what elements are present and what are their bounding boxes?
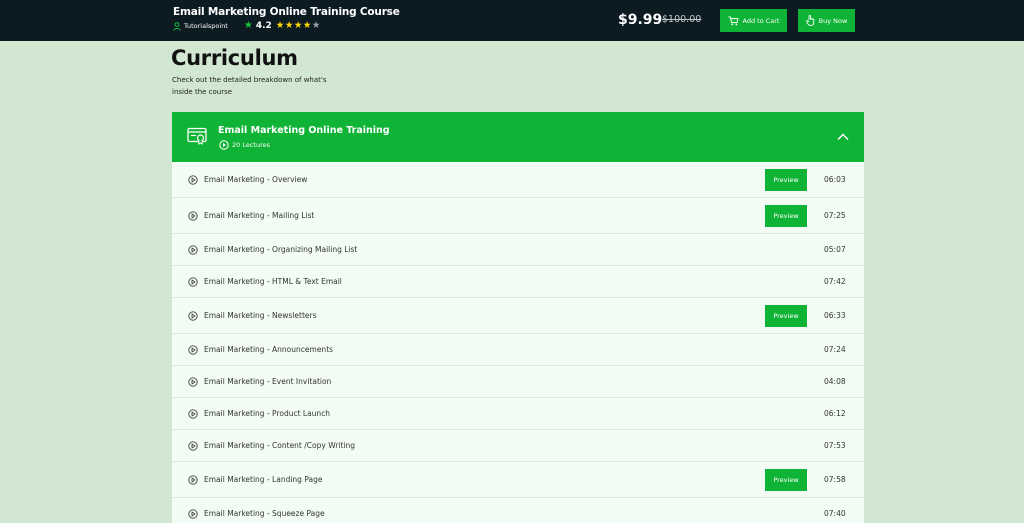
play-circle-icon: [188, 345, 198, 355]
buy-now-button[interactable]: Buy Now: [798, 9, 855, 32]
lecture-title: Email Marketing - Mailing List: [204, 211, 315, 220]
lecture-title: Email Marketing - HTML & Text Email: [204, 277, 342, 286]
preview-button[interactable]: Preview: [765, 469, 807, 491]
lecture-duration: 07:25: [824, 211, 846, 220]
buy-now-label: Buy Now: [818, 16, 848, 25]
top-bar: Email Marketing Online Training Course T…: [0, 0, 1024, 41]
play-circle-icon: [188, 441, 198, 451]
preview-button[interactable]: Preview: [765, 305, 807, 327]
user-icon: [173, 21, 181, 31]
play-circle-icon: [219, 140, 229, 150]
play-circle-icon: [188, 409, 198, 419]
lecture-item[interactable]: Email Marketing - Organizing Mailing Lis…: [172, 234, 864, 266]
lecture-duration: 07:40: [824, 509, 846, 518]
lecture-item[interactable]: Email Marketing - Announcements 07:24: [172, 334, 864, 366]
rating-stars: ★★★★★: [276, 21, 321, 31]
lecture-item[interactable]: Email Marketing - Newsletters Preview 06:3…: [172, 298, 864, 334]
lecture-list: Email Marketing - Overview Preview 06:03 Em…: [172, 162, 864, 523]
play-circle-icon: [188, 509, 198, 519]
lecture-item[interactable]: Email Marketing - Mailing List Preview 07:…: [172, 198, 864, 234]
star-icon: ★: [275, 20, 285, 32]
course-certificate-icon: [187, 127, 207, 145]
section-header[interactable]: Email Marketing Online Training 20 Lectu…: [172, 112, 864, 162]
preview-button[interactable]: Preview: [765, 205, 807, 227]
play-circle-icon: [188, 311, 198, 321]
add-to-cart-button[interactable]: Add to Cart: [720, 9, 787, 32]
lecture-duration: 06:33: [824, 311, 846, 320]
section-meta: 20 Lectures: [219, 140, 270, 150]
play-circle-icon: [188, 277, 198, 287]
rating-value: 4.2: [255, 21, 272, 31]
play-circle-icon: [188, 175, 198, 185]
curriculum-subtitle: Check out the detailed breakdown of what…: [172, 76, 327, 96]
star-icon: ★: [302, 20, 312, 32]
lecture-duration: 06:12: [824, 409, 846, 418]
lecture-item[interactable]: Email Marketing - HTML & Text Email 07:42: [172, 266, 864, 298]
play-circle-icon: [188, 377, 198, 387]
chevron-up-icon[interactable]: [836, 130, 850, 144]
course-title: Email Marketing Online Training Course: [173, 6, 400, 18]
lecture-item[interactable]: Email Marketing - Squeeze Page 07:40: [172, 498, 864, 523]
play-circle-icon: [188, 475, 198, 485]
lecture-title: Email Marketing - Content /Copy Writing: [204, 441, 355, 450]
star-icon: ★: [284, 20, 294, 32]
lecture-duration: 07:58: [824, 475, 846, 484]
lecture-duration: 07:53: [824, 441, 846, 450]
current-price: $9.99: [618, 12, 663, 28]
star-icon: ★: [311, 20, 321, 32]
lecture-title: Email Marketing - Product Launch: [204, 409, 331, 418]
play-circle-icon: [188, 211, 198, 221]
lecture-duration: 07:24: [824, 345, 846, 354]
section-title: Email Marketing Online Training: [218, 125, 390, 136]
lecture-duration: 07:42: [824, 277, 846, 286]
lecture-title: Email Marketing - Organizing Mailing Lis…: [204, 245, 358, 254]
author-name[interactable]: Tutorialspoint: [184, 22, 228, 30]
lecture-title: Email Marketing - Announcements: [204, 345, 334, 354]
lecture-title: Email Marketing - Landing Page: [204, 475, 323, 484]
add-to-cart-label: Add to Cart: [742, 16, 780, 25]
preview-button[interactable]: Preview: [765, 169, 807, 191]
lecture-duration: 06:03: [824, 175, 846, 184]
lecture-title: Email Marketing - Squeeze Page: [204, 509, 325, 518]
lecture-item[interactable]: Email Marketing - Product Launch 06:12: [172, 398, 864, 430]
original-price: $100.00: [662, 14, 702, 25]
cart-icon: [728, 16, 739, 25]
star-icon: ★: [293, 20, 303, 32]
hand-pointer-icon: [805, 15, 814, 26]
lecture-item[interactable]: Email Marketing - Event Invitation 04:08: [172, 366, 864, 398]
lecture-item[interactable]: Email Marketing - Overview Preview 06:03: [172, 162, 864, 198]
lecture-duration: 04:08: [824, 377, 846, 386]
curriculum-title: Curriculum: [171, 46, 298, 70]
lecture-title: Email Marketing - Newsletters: [204, 311, 317, 320]
lecture-item[interactable]: Email Marketing - Content /Copy Writing 0…: [172, 430, 864, 462]
lecture-duration: 05:07: [824, 245, 846, 254]
lectures-count: 20 Lectures: [232, 141, 271, 149]
lecture-item[interactable]: Email Marketing - Landing Page Preview 07:…: [172, 462, 864, 498]
lecture-title: Email Marketing - Overview: [204, 175, 308, 184]
star-icon: ★: [243, 20, 253, 31]
course-meta: Tutorialspoint ★ 4.2 ★★★★★: [173, 20, 321, 32]
play-circle-icon: [188, 245, 198, 255]
lecture-title: Email Marketing - Event Invitation: [204, 377, 332, 386]
